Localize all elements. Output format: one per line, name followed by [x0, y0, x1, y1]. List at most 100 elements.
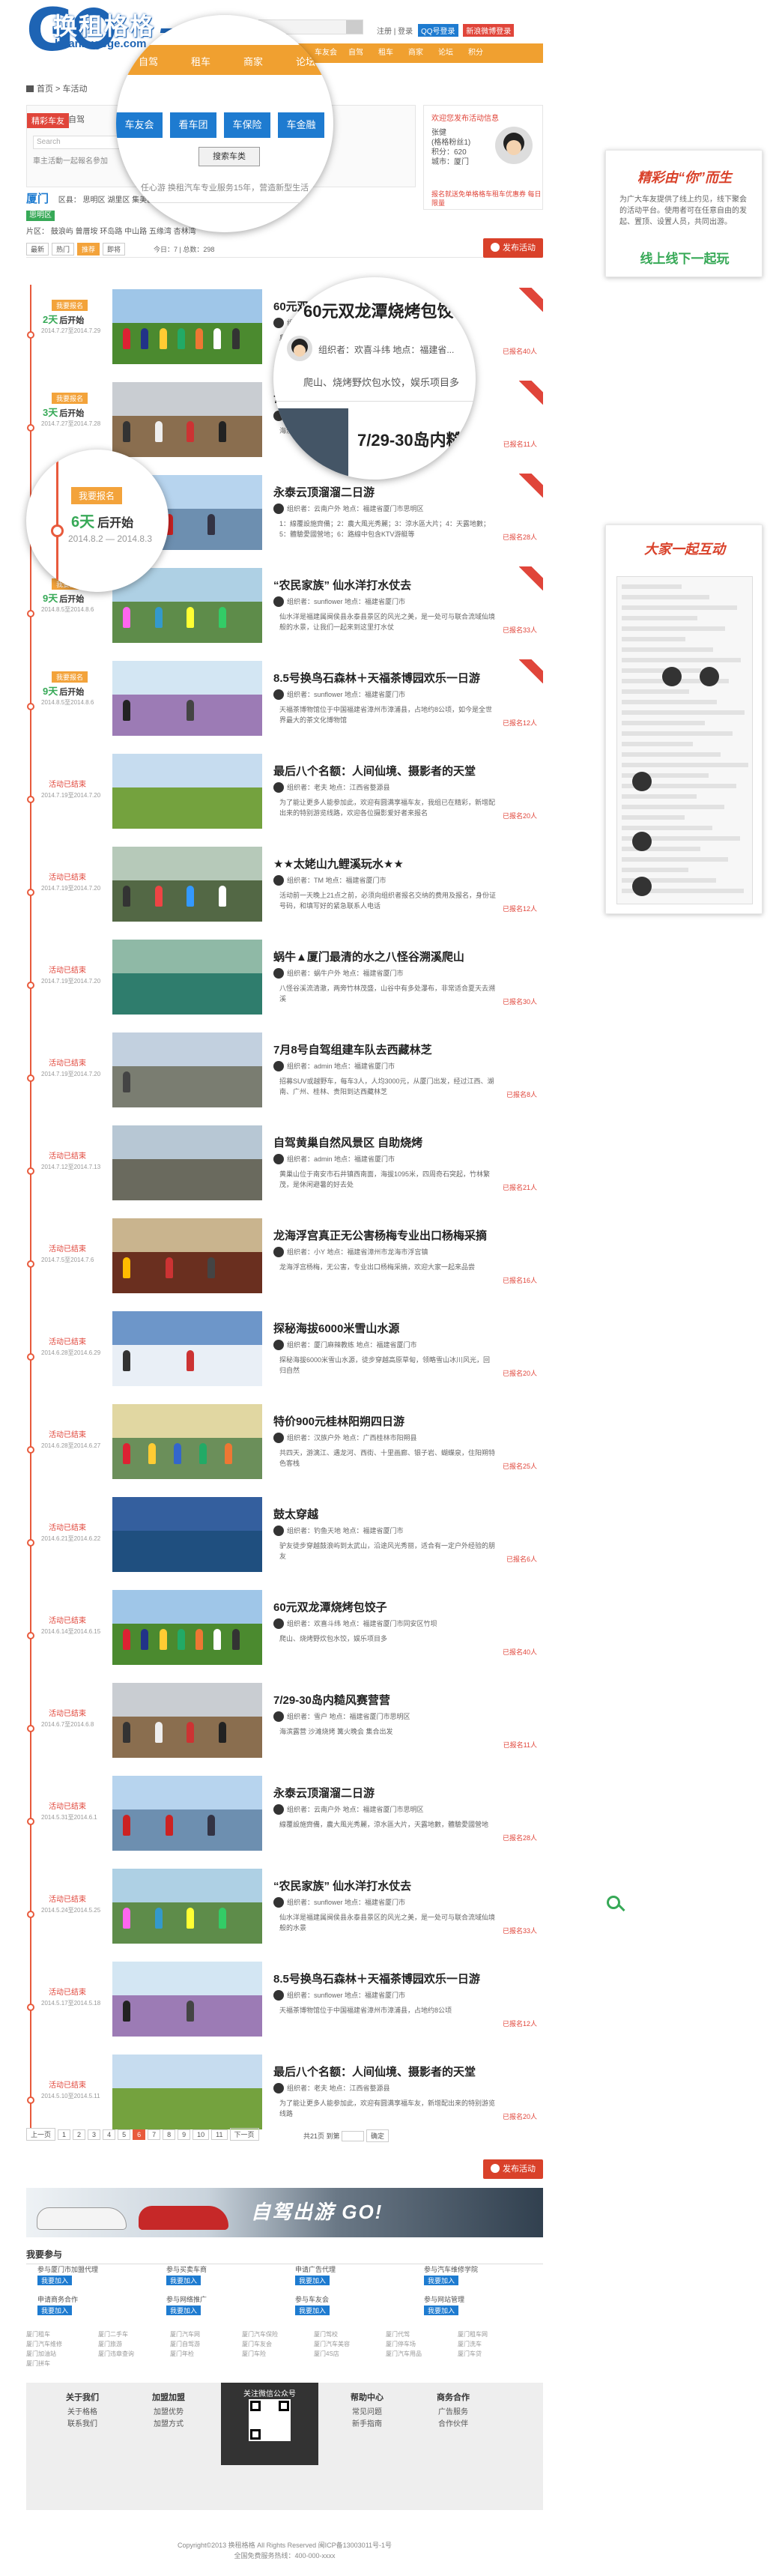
event-title[interactable]: 7月8号自驾组建车队去西藏林芝 [273, 1041, 432, 1057]
page-number[interactable]: 8 [163, 2129, 176, 2140]
organizer-avatar[interactable] [273, 504, 284, 514]
event-row[interactable]: 活动已结束 2014.6.14至2014.6.15 60元双龙潭烧烤包饺子 组织者：欢… [26, 1585, 543, 1678]
zoom-nav-item[interactable]: 自驾 [139, 54, 158, 68]
category-button[interactable]: 车保险 [224, 112, 270, 138]
event-row[interactable]: 活动已结束 2014.6.21至2014.6.22 鼓太穿越 组织者：钓鱼天地 地点：… [26, 1493, 543, 1585]
organizer-avatar[interactable] [273, 2083, 284, 2093]
friend-link[interactable]: 厦门加油站 [26, 2350, 98, 2358]
organizer-avatar[interactable] [273, 318, 284, 328]
event-row[interactable]: 我要报名 9天 后开始 2014.8.5至2014.8.6 8.5号换鸟石森林＋天福茶博… [26, 656, 543, 749]
organizer-avatar[interactable] [273, 596, 284, 607]
organizer-avatar[interactable] [273, 968, 284, 979]
friend-link[interactable]: 厦门汽车维修 [26, 2340, 98, 2348]
publish-event-button-bottom[interactable]: 发布活动 [483, 2159, 543, 2179]
friend-link[interactable]: 厦门车友会 [242, 2340, 314, 2348]
join-button[interactable]: 我要加入 [295, 2306, 330, 2315]
friend-link[interactable]: 厦门自驾游 [170, 2340, 242, 2348]
tab-active[interactable]: 精彩车友 [27, 113, 69, 128]
event-photo[interactable] [112, 1311, 262, 1386]
user-note[interactable]: 欢迎您发布活动信息 [431, 112, 499, 123]
friend-link[interactable]: 厦门租车网 [458, 2330, 530, 2338]
join-button[interactable]: 我要加入 [424, 2276, 459, 2285]
organizer-avatar[interactable] [273, 1061, 284, 1071]
join-button[interactable]: 我要加入 [37, 2276, 73, 2285]
organizer-avatar[interactable] [273, 689, 284, 700]
friend-link[interactable]: 厦门二手车 [98, 2330, 170, 2338]
event-photo[interactable] [112, 2055, 262, 2129]
zoom-event-title[interactable]: 60元双龙潭烧烤包饺子 [303, 298, 470, 322]
event-photo[interactable] [112, 1962, 262, 2037]
event-title[interactable]: “农民家族” 仙水洋打水仗去 [273, 577, 411, 593]
event-title[interactable]: 探秘海拔6000米雪山水源 [273, 1320, 399, 1336]
join-button[interactable]: 我要加入 [37, 2306, 73, 2315]
event-row[interactable]: 活动已结束 2014.7.19至2014.7.20 7月8号自驾组建车队去西藏林芝组… [26, 1028, 543, 1121]
friend-link[interactable]: 厦门汽车保险 [242, 2330, 314, 2338]
join-button[interactable]: 我要加入 [424, 2306, 459, 2315]
footer-link[interactable]: 合作伙伴 [412, 2419, 494, 2431]
event-photo[interactable] [112, 754, 262, 829]
event-photo[interactable] [112, 382, 262, 457]
footer-link[interactable]: 广告服务 [412, 2407, 494, 2419]
event-row[interactable]: 活动已结束 2014.7.19至2014.7.20 ★★太姥山九鲤溪玩水★★ 组织者：… [26, 842, 543, 935]
qq-login-button[interactable]: QQ号登录 [417, 24, 458, 37]
event-title[interactable]: ★★太姥山九鲤溪玩水★★ [273, 856, 404, 871]
event-row[interactable]: 活动已结束 2014.7.19至2014.7.20 蜗牛▲厦门最清的水之八怪谷溯溪爬… [26, 935, 543, 1028]
friend-link[interactable]: 厦门旅游 [98, 2340, 170, 2348]
signup-badge[interactable]: 我要报名 [52, 671, 88, 683]
tab-other[interactable]: 自驾 [68, 113, 85, 125]
zoom-nav-item[interactable]: 商家 [243, 54, 263, 68]
area-selected[interactable]: 思明区 [26, 211, 55, 221]
footer-link[interactable]: 常见问题 [326, 2407, 408, 2419]
event-title[interactable]: 龙海浮宫真正无公害杨梅专业出口杨梅采摘 [273, 1227, 487, 1243]
friend-link[interactable]: 厦门年检 [170, 2350, 242, 2358]
friend-link[interactable]: 厦门违章查询 [98, 2350, 170, 2358]
page-number-active[interactable]: 6 [133, 2129, 146, 2140]
event-title[interactable]: 蜗牛▲厦门最清的水之八怪谷溯溪爬山 [273, 949, 464, 964]
page-number[interactable]: 5 [118, 2129, 131, 2140]
signup-badge[interactable]: 我要报名 [52, 393, 88, 404]
sort-option[interactable]: 最新 [26, 243, 49, 256]
page-number[interactable]: 2 [73, 2129, 86, 2140]
signup-badge[interactable]: 我要报名 [52, 300, 88, 311]
friend-link[interactable]: 厦门汽车网 [170, 2330, 242, 2338]
publish-event-button[interactable]: 发布活动 [483, 238, 543, 258]
sort-option-active[interactable]: 推荐 [77, 243, 100, 256]
page-go-button[interactable]: 确定 [366, 2129, 390, 2142]
promo-banner[interactable]: 自驾出游 GO! [26, 2188, 543, 2237]
footer-link[interactable]: 加盟优势 [127, 2407, 210, 2419]
zoom-event-title-2[interactable]: 7/29-30岛内糙风赛 [357, 427, 476, 451]
friend-link[interactable]: 厦门租车 [26, 2330, 98, 2338]
breadcrumb-text[interactable]: 首页 > 车活动 [37, 85, 88, 94]
signup-badge[interactable]: 我要报名 [71, 487, 123, 504]
organizer-avatar[interactable] [273, 782, 284, 793]
event-photo[interactable] [112, 1404, 262, 1479]
friend-link[interactable]: 厦门车险 [242, 2350, 314, 2358]
page-number[interactable]: 10 [193, 2129, 210, 2140]
organizer-avatar[interactable] [273, 1433, 284, 1443]
event-photo[interactable] [112, 1497, 262, 1572]
event-row[interactable]: 活动已结束 2014.6.28至2014.6.27 特价900元桂林阳朔四日游 组织者… [26, 1400, 543, 1493]
category-button[interactable]: 车友会 [116, 112, 163, 138]
login-link[interactable]: 注册 | 登录 [377, 28, 413, 36]
join-button[interactable]: 我要加入 [295, 2276, 330, 2285]
organizer-avatar[interactable] [273, 1804, 284, 1815]
event-title[interactable]: 60元双龙潭烧烤包饺子 [273, 1599, 387, 1615]
nav-item[interactable]: 论坛 [431, 43, 461, 63]
event-photo[interactable] [112, 289, 262, 364]
event-row[interactable]: 活动已结束 2014.6.28至2014.6.29 探秘海拔6000米雪山水源 组织者… [26, 1307, 543, 1400]
organizer-avatar[interactable] [273, 1711, 284, 1722]
home-icon[interactable] [26, 85, 34, 92]
nav-item[interactable]: 积分 [461, 43, 491, 63]
friend-link[interactable]: 厦门驾校 [314, 2330, 386, 2338]
event-photo[interactable] [112, 1776, 262, 1851]
event-title[interactable]: 鼓太穿越 [273, 1506, 318, 1522]
friend-link[interactable]: 厦门汽车美容 [314, 2340, 386, 2348]
event-row[interactable]: 活动已结束 2014.7.12至2014.7.13 自驾黄巢自然风景区 自助烧烤 组织… [26, 1121, 543, 1214]
friend-link[interactable]: 厦门代驾 [386, 2330, 458, 2338]
user-name[interactable]: 张健 [431, 128, 470, 138]
nav-item[interactable]: 自驾 [341, 43, 371, 63]
event-photo[interactable] [112, 940, 262, 1015]
nav-item[interactable]: 商家 [401, 43, 431, 63]
footer-link[interactable]: 关于格格 [41, 2407, 124, 2419]
sort-option[interactable]: 热门 [52, 243, 75, 256]
